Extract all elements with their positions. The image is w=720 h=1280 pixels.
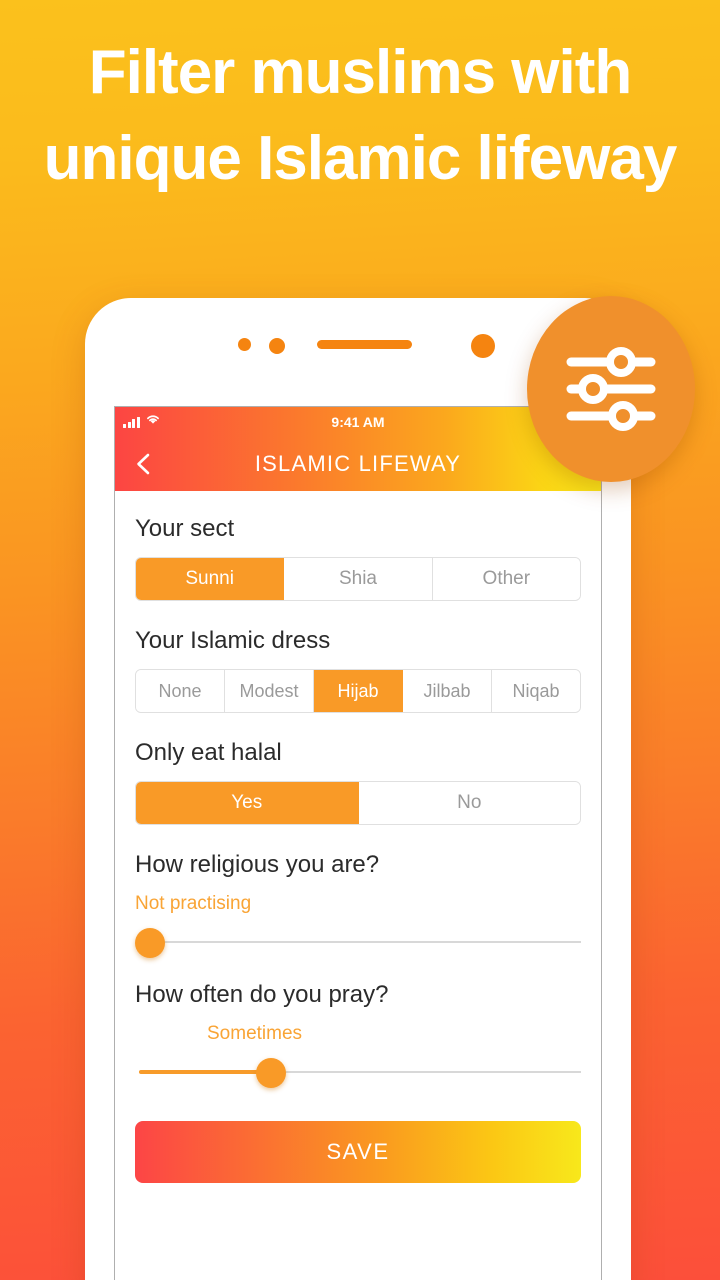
filter-sliders-icon <box>566 347 656 431</box>
halal-option-yes[interactable]: Yes <box>136 782 359 824</box>
slider-thumb[interactable] <box>135 928 165 958</box>
sect-option-other[interactable]: Other <box>432 558 580 600</box>
field-religiousness: How religious you are? Not practising <box>135 851 581 959</box>
pray-frequency-slider[interactable] <box>135 1055 581 1089</box>
sect-label: Your sect <box>135 515 235 542</box>
religiousness-slider-wrap: Not practising <box>135 893 581 959</box>
halal-label: Only eat halal <box>135 739 282 766</box>
sect-option-sunni[interactable]: Sunni <box>136 558 285 600</box>
religiousness-slider[interactable] <box>135 925 581 959</box>
dress-option-none[interactable]: None <box>136 670 225 712</box>
save-button-wrap: SAVE <box>115 1111 601 1183</box>
sect-option-shia[interactable]: Shia <box>284 558 433 600</box>
pray-frequency-label: How often do you pray? <box>135 981 389 1008</box>
slider-track <box>139 941 581 943</box>
religiousness-value: Not practising <box>135 893 252 914</box>
status-bar: 9:41 AM 100 <box>115 407 601 437</box>
front-camera-icon <box>471 334 495 358</box>
field-pray-frequency: How often do you pray? Sometimes <box>135 981 581 1089</box>
slider-thumb[interactable] <box>255 1058 286 1088</box>
nav-bar-title: ISLAMIC LIFEWAY <box>254 451 462 476</box>
promo-screenshot: Filter muslims with unique Islamic lifew… <box>0 0 720 1280</box>
sensor-dot-icon <box>238 338 251 351</box>
sect-segmented-control[interactable]: Sunni Shia Other <box>135 557 581 601</box>
pray-frequency-value: Sometimes <box>207 1023 303 1044</box>
settings-form: Your sect Sunni Shia Other Your Islamic … <box>115 491 601 1089</box>
page-title: Filter muslims with unique Islamic lifew… <box>43 38 678 193</box>
field-dress: Your Islamic dress None Modest Hijab Jil… <box>135 627 581 713</box>
dress-segmented-control[interactable]: None Modest Hijab Jilbab Niqab <box>135 669 581 713</box>
pray-frequency-slider-wrap: Sometimes <box>135 1023 581 1089</box>
save-button[interactable]: SAVE <box>135 1121 581 1183</box>
field-sect: Your sect Sunni Shia Other <box>135 515 581 601</box>
sensor-dot-icon <box>269 338 285 354</box>
halal-segmented-control[interactable]: Yes No <box>135 781 581 825</box>
religiousness-label: How religious you are? <box>135 851 380 878</box>
device-screen: 9:41 AM 100 ISLAMIC LIFEWA <box>114 406 602 1280</box>
filter-floating-button[interactable] <box>527 296 695 482</box>
status-bar-time: 9:41 AM <box>331 414 385 430</box>
dress-label: Your Islamic dress <box>135 627 331 654</box>
nav-bar: ISLAMIC LIFEWAY <box>115 437 601 491</box>
dress-option-niqab[interactable]: Niqab <box>492 670 580 712</box>
slider-track-fill <box>139 1070 272 1074</box>
halal-option-no[interactable]: No <box>358 782 580 824</box>
dress-option-jilbab[interactable]: Jilbab <box>403 670 492 712</box>
dress-option-modest[interactable]: Modest <box>225 670 314 712</box>
field-halal: Only eat halal Yes No <box>135 739 581 825</box>
dress-option-hijab[interactable]: Hijab <box>314 670 403 712</box>
earpiece-speaker-icon <box>317 340 412 349</box>
